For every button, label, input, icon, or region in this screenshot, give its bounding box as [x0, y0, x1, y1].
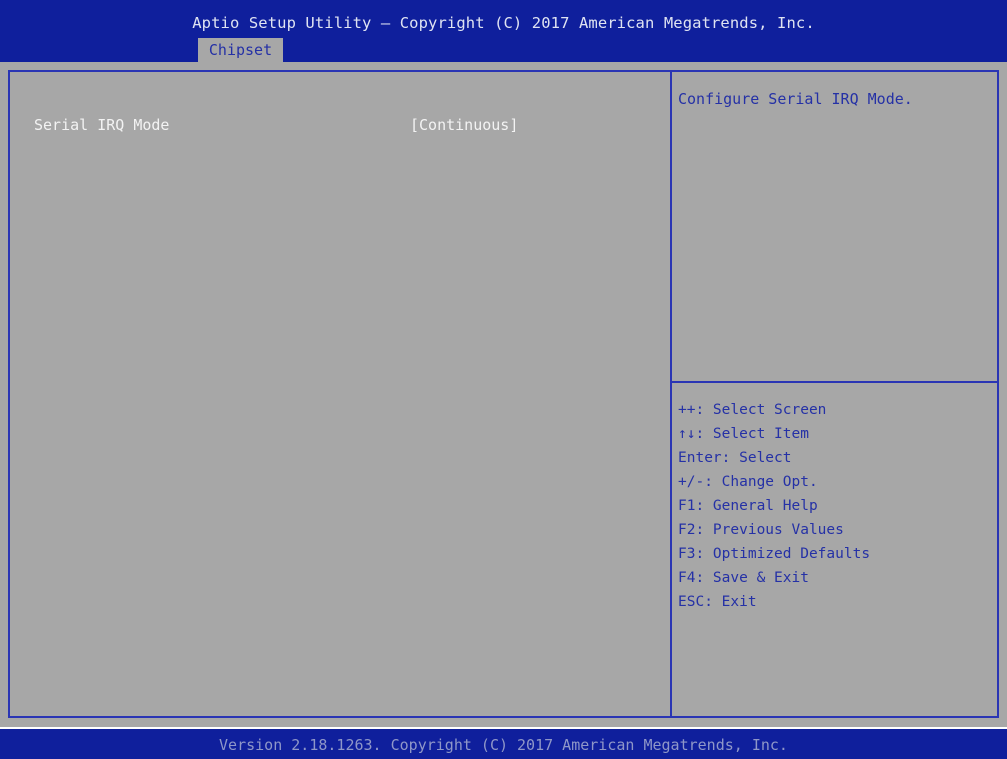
key-hint: F1: General Help: [678, 498, 818, 514]
key-hint: F3: Optimized Defaults: [678, 546, 871, 562]
help-description: Configure Serial IRQ Mode.: [678, 90, 913, 108]
key-hint: +/-: Change Opt.: [678, 474, 818, 490]
key-hint: ++: Select Screen: [678, 402, 827, 418]
setting-label: Serial IRQ Mode: [34, 116, 170, 134]
key-hint: Enter: Select: [678, 450, 792, 466]
panel-divider: [670, 70, 672, 718]
setting-serial-irq-mode[interactable]: Serial IRQ Mode [Continuous]: [34, 116, 634, 136]
key-hint: ↑↓: Select Item: [678, 426, 809, 442]
title-bar: Aptio Setup Utility – Copyright (C) 2017…: [0, 0, 1007, 62]
frame-bottom-border: [8, 716, 999, 718]
frame-left-border: [8, 70, 10, 718]
help-divider: [672, 381, 998, 383]
key-hint: F2: Previous Values: [678, 522, 844, 538]
key-legend: ++: Select Screen ↑↓: Select Item Enter:…: [678, 398, 870, 614]
frame-right-border: [997, 70, 999, 718]
setting-value[interactable]: [Continuous]: [410, 116, 518, 134]
key-hint: ESC: Exit: [678, 594, 757, 610]
tab-chipset[interactable]: Chipset: [198, 38, 283, 62]
key-hint: F4: Save & Exit: [678, 570, 809, 586]
main-panel: [0, 62, 1007, 727]
status-bar: Version 2.18.1263. Copyright (C) 2017 Am…: [0, 729, 1007, 759]
frame-top-border: [8, 70, 998, 72]
utility-title: Aptio Setup Utility – Copyright (C) 2017…: [192, 14, 815, 32]
version-text: Version 2.18.1263. Copyright (C) 2017 Am…: [219, 736, 788, 754]
